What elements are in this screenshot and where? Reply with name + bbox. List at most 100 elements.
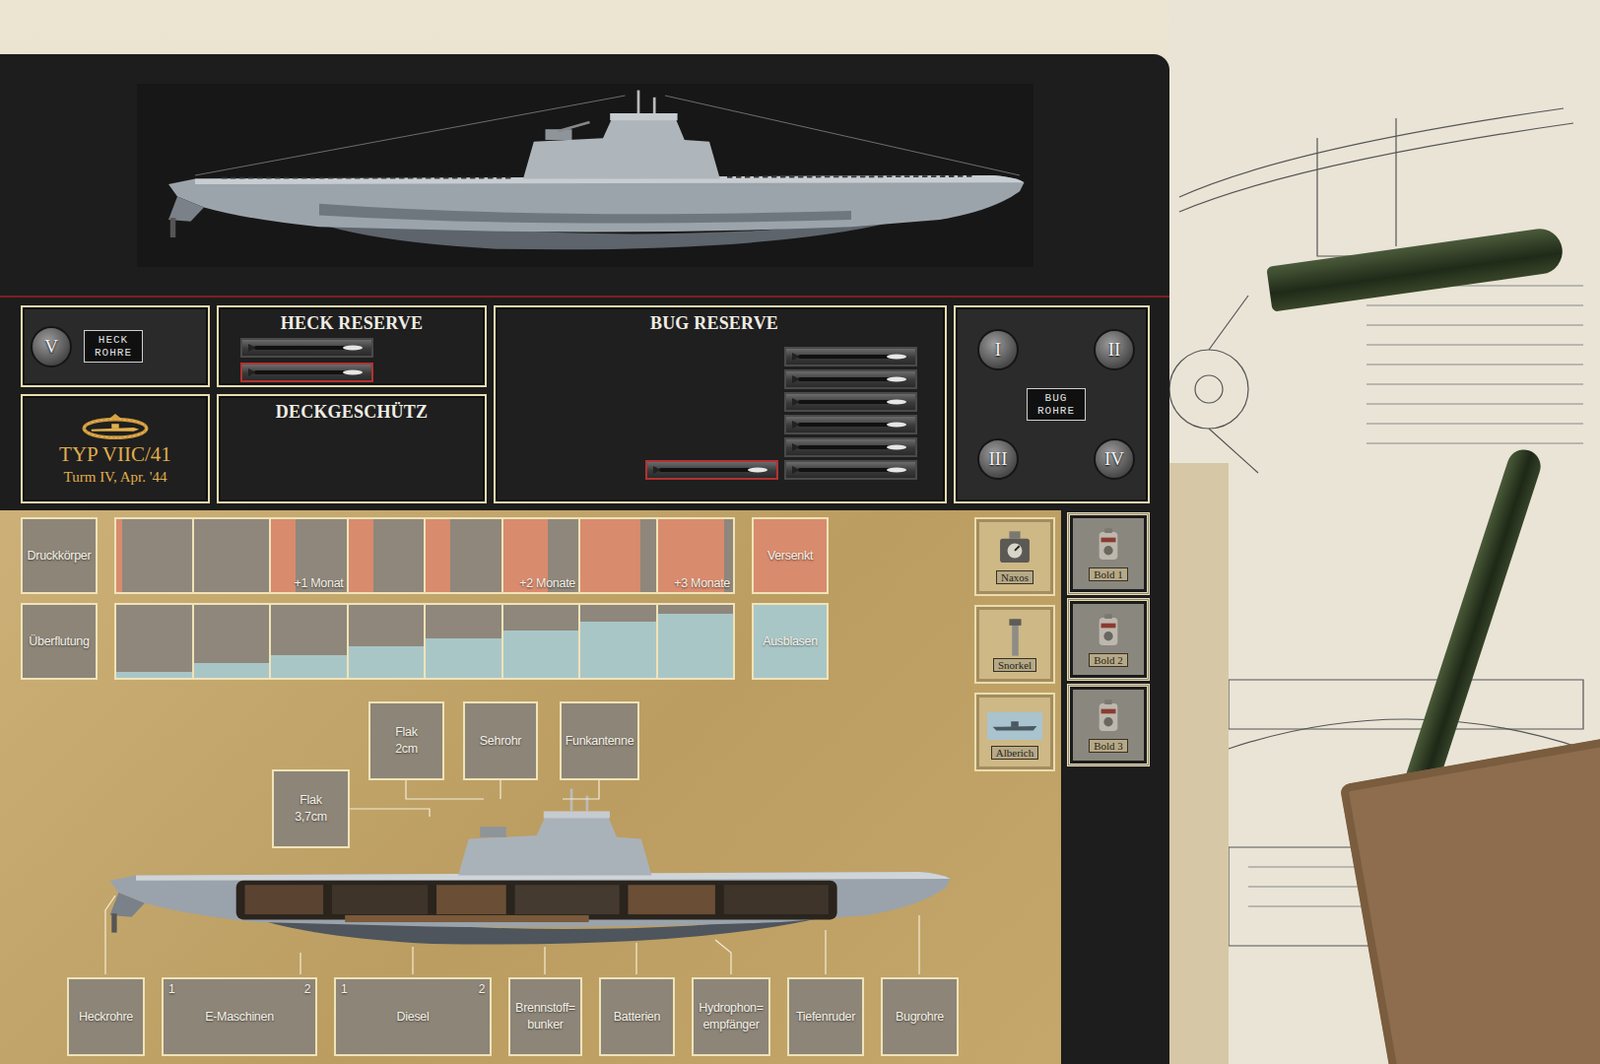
damage-track: Druckkörper +1 Monat +2 Monate +3 MonateVer…: [20, 517, 962, 595]
torpedo-tube[interactable]: V: [30, 326, 72, 368]
track-end[interactable]: Ausblasen: [751, 602, 829, 680]
decoy-tile[interactable]: Bold 3: [1066, 683, 1150, 767]
system-box[interactable]: Bugrohre: [880, 977, 959, 1057]
track-cell[interactable]: +1 Monat: [268, 519, 347, 593]
cell-fill: [580, 519, 641, 593]
system-box[interactable]: Heckrohre: [66, 977, 145, 1057]
staged-rack: [645, 460, 779, 480]
torpedo-slot[interactable]: [784, 414, 918, 435]
system-label: E-Maschinen: [204, 1008, 274, 1026]
diagram-canvas: Flak 2cmSehrohr Funkantenne Flak 3,7cm: [20, 688, 962, 975]
system-box[interactable]: Brennstoff= bunker: [508, 977, 583, 1057]
cell-fill: [425, 638, 502, 678]
track-cell[interactable]: +2 Monate: [501, 519, 580, 593]
torpedo-icon: [792, 351, 911, 362]
equipment-label: Naxos: [996, 570, 1034, 585]
system-label: Bugrohre: [895, 1008, 944, 1026]
equipment-tile[interactable]: Naxos: [974, 517, 1056, 597]
track-cell[interactable]: [116, 519, 193, 593]
track-cell[interactable]: [346, 604, 425, 678]
cell-fill: [116, 671, 193, 678]
track-cell[interactable]: [192, 604, 270, 678]
system-box[interactable]: Tiefenruder: [787, 977, 865, 1057]
stern-reserve-title: HECK RESERVE: [280, 313, 423, 334]
track-cell[interactable]: [501, 604, 580, 678]
track-cell[interactable]: [116, 604, 193, 678]
track-cell[interactable]: [656, 604, 734, 678]
system-box[interactable]: Flak 2cm: [368, 701, 445, 781]
system-label: Brennstoff= bunker: [515, 1000, 576, 1034]
track-cell[interactable]: [578, 519, 657, 593]
system-box[interactable]: Batterien: [599, 977, 675, 1057]
torpedo-slot[interactable]: [645, 460, 779, 480]
equipment-label: Alberich: [991, 745, 1039, 760]
cell-fill: [348, 519, 374, 593]
system-label: Hydrophon= empfänger: [698, 1000, 763, 1034]
systems-diagram: Flak 2cmSehrohr Funkantenne Flak 3,7cm Heck…: [20, 688, 962, 1057]
uboat-badge-icon: [77, 412, 153, 441]
decoy-label: Bold 2: [1088, 653, 1129, 667]
game-screen: VHECK ROHREHECK RESERVEBUG RESERVEIIIIII…: [0, 0, 1600, 1064]
torpedo-tube[interactable]: IV: [1093, 438, 1135, 480]
track-cell[interactable]: [578, 604, 657, 678]
profile-frame: [136, 83, 1034, 267]
torpedo-slot[interactable]: [240, 362, 374, 383]
track-end[interactable]: Versenkt: [751, 517, 829, 595]
track-cell[interactable]: [268, 604, 347, 678]
decoy-tile[interactable]: Bold 1: [1066, 512, 1150, 596]
submarine-cutaway-icon: [83, 785, 955, 959]
torpedo-tube[interactable]: II: [1093, 329, 1135, 371]
cell-note: +1 Monat: [293, 576, 343, 591]
paper-sheet: [1169, 463, 1229, 1064]
coated-submarine-icon: [987, 704, 1043, 746]
torpedo-tube[interactable]: I: [977, 329, 1019, 371]
track-cell[interactable]: [192, 519, 270, 593]
equipment-tile[interactable]: Alberich: [974, 692, 1056, 772]
track-cell[interactable]: [346, 519, 425, 593]
torpedo-slot[interactable]: [784, 369, 918, 390]
track-cell[interactable]: +3 Monate: [656, 519, 734, 593]
deck-gun[interactable]: DECKGESCHÜTZ: [216, 394, 487, 504]
slot-number: 1: [168, 981, 175, 998]
torpedo-tube[interactable]: III: [977, 438, 1019, 480]
stern-tubes: V HECK ROHRE: [20, 305, 210, 388]
torpedo-slot[interactable]: [784, 346, 918, 367]
slot-number: 2: [478, 981, 485, 998]
track-cell[interactable]: [423, 604, 502, 678]
torpedo-slot[interactable]: [784, 392, 918, 412]
track-cell[interactable]: [423, 519, 502, 593]
cell-note: +2 Monate: [519, 576, 576, 591]
torpedo-slot[interactable]: [240, 337, 374, 358]
submarine-card: VHECK ROHREHECK RESERVEBUG RESERVEIIIIII…: [0, 54, 1170, 1064]
system-box[interactable]: 12E-Maschinen: [161, 977, 318, 1057]
system-box[interactable]: Flak 3,7cm: [271, 769, 350, 849]
equipment-tile[interactable]: Snorkel: [974, 604, 1056, 684]
decoy-column: Bold 1 Bold 2 Bold 3: [1061, 510, 1170, 1064]
snorkel-icon: [987, 616, 1043, 659]
torpedo-slot[interactable]: [784, 460, 918, 480]
type-refit: Turm IV, Apr. '44: [64, 468, 168, 486]
cell-fill: [194, 663, 270, 678]
divider: [0, 295, 1170, 298]
torpedo-icon: [792, 374, 911, 385]
torpedo-icon: [792, 419, 911, 430]
cell-fill: [503, 630, 580, 678]
system-box[interactable]: 12Diesel: [333, 977, 492, 1057]
cell-fill: [270, 655, 347, 678]
system-box[interactable]: Funkantenne: [559, 701, 640, 781]
cell-fill: [425, 519, 451, 593]
torpedo-slot[interactable]: [784, 437, 918, 458]
system-box[interactable]: Sehrohr: [463, 701, 538, 781]
stern-rack: [240, 337, 374, 383]
decoy-tile[interactable]: Bold 2: [1066, 598, 1150, 681]
system-box[interactable]: Hydrophon= empfänger: [691, 977, 771, 1057]
stern-tubes-plaque: HECK ROHRE: [83, 330, 143, 363]
bow-rack: [784, 346, 918, 480]
bow-reserve-title: BUG RESERVE: [511, 313, 918, 334]
stern-reserve: HECK RESERVE: [216, 305, 487, 388]
type-name: TYP VIIC/41: [59, 442, 172, 467]
cell-fill: [270, 519, 296, 593]
bow-racks: [511, 333, 918, 480]
bow-reserve: BUG RESERVE: [493, 305, 947, 504]
track-label: Druckkörper: [20, 517, 98, 595]
